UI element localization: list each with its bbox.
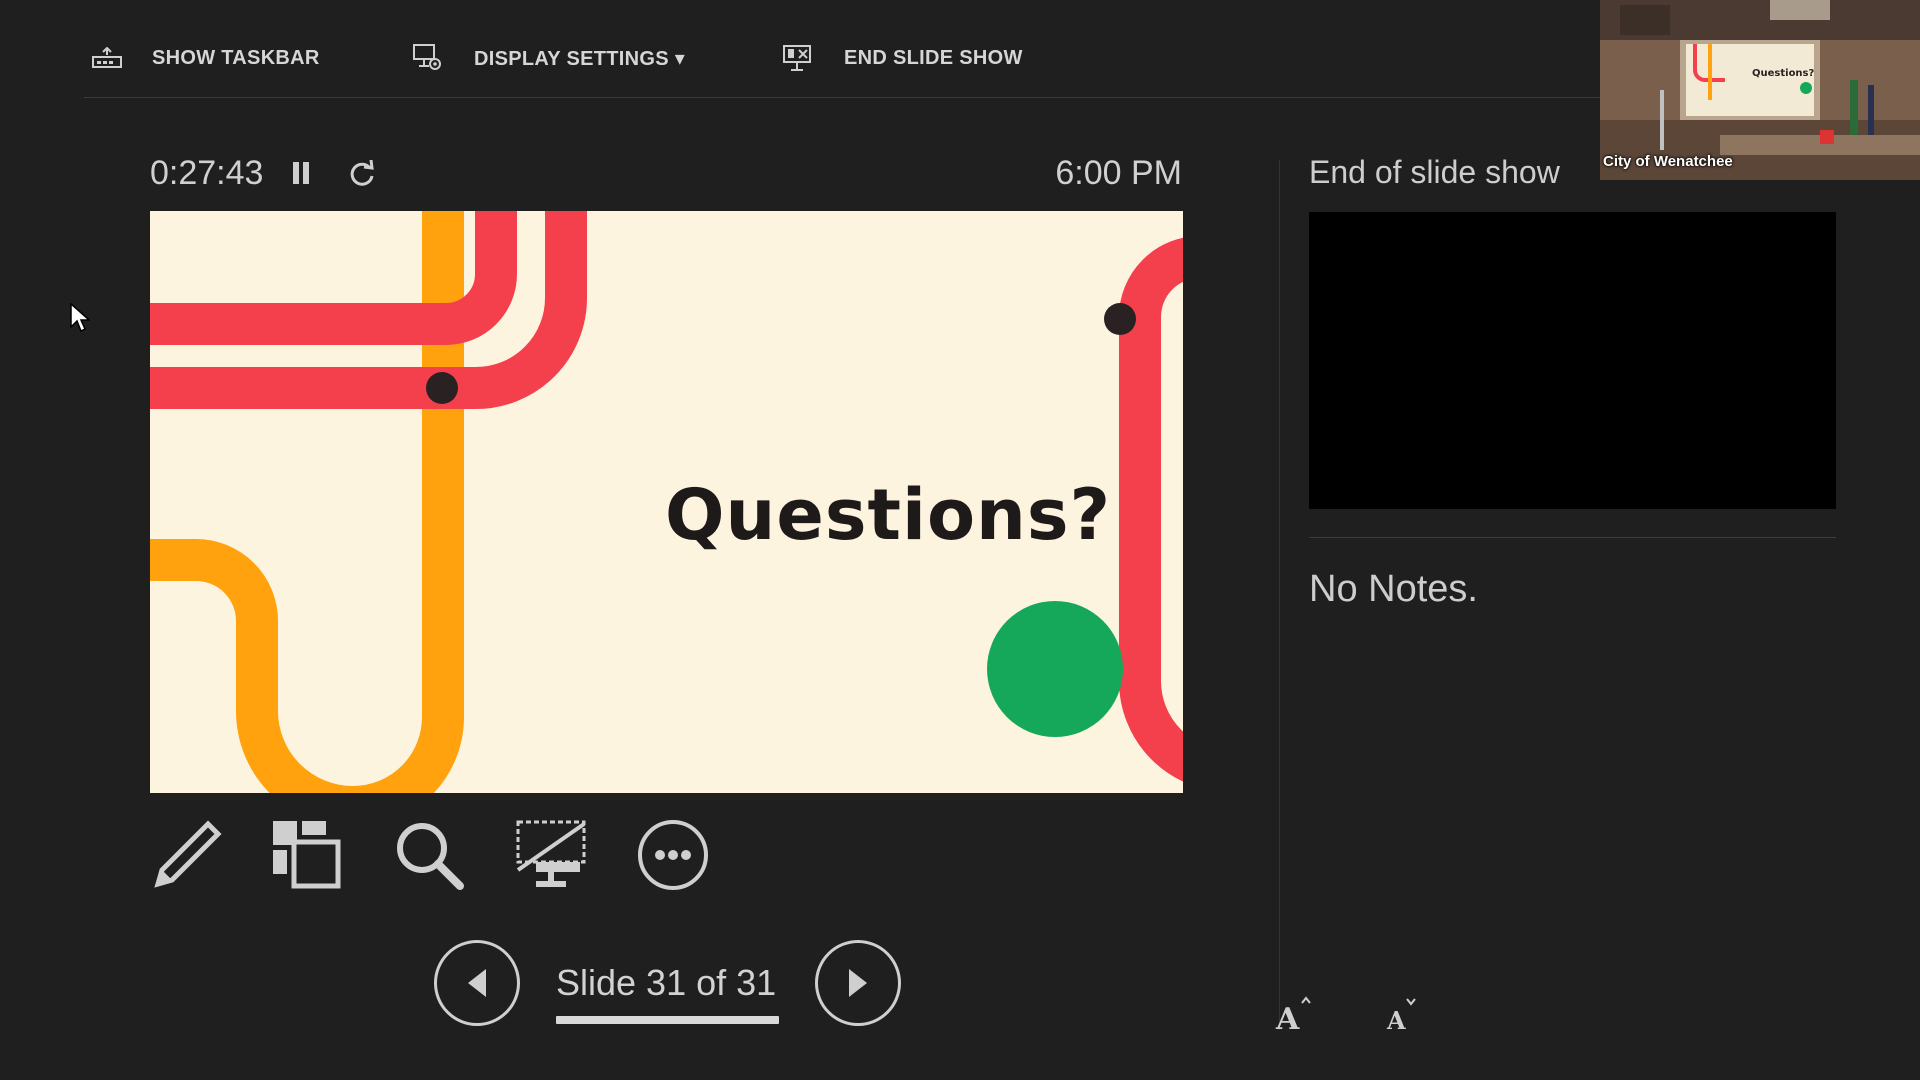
zoom-button[interactable] [392,818,466,892]
panel-divider [1279,160,1280,1030]
more-options-icon [636,820,710,896]
elapsed-timer: 0:27:43 [150,154,264,192]
presenter-toolbar: SHOW TASKBAR DISPLAY SETTINGS ▾ END SLID… [84,0,1600,98]
pause-icon[interactable] [290,160,312,191]
taskbar-icon [92,47,122,69]
font-increase-icon: A [1274,996,1314,1039]
end-slide-show-button[interactable]: END SLIDE SHOW [782,38,1023,78]
current-time: 6:00 PM [1055,154,1182,192]
end-show-icon [782,43,814,73]
webcam-caption: City of Wenatchee [1603,153,1733,170]
pen-icon [150,820,224,896]
slide-title: Questions? [665,474,1112,556]
next-slide-preview[interactable] [1309,212,1836,509]
black-screen-icon [514,820,588,896]
previous-slide-button[interactable] [434,940,520,1026]
see-all-slides-icon [270,821,344,896]
mouse-cursor-icon [70,302,91,338]
slide-counter[interactable]: Slide 31 of 31 [556,962,776,1004]
show-taskbar-label: SHOW TASKBAR [152,46,320,69]
svg-text:Questions?: Questions? [1752,68,1815,79]
display-settings-icon [412,43,444,73]
notes-separator [1309,537,1836,538]
svg-text:A: A [1275,1002,1300,1035]
next-slide-button[interactable] [815,940,901,1026]
zoom-icon [392,823,466,896]
black-screen-button[interactable] [514,818,588,892]
webcam-overlay: Questions? City of Wenatchee [1600,0,1920,180]
speaker-notes[interactable]: No Notes. [1309,568,1478,611]
slide-progress-bar [556,1016,779,1024]
end-slide-show-label: END SLIDE SHOW [844,46,1023,69]
increase-font-button[interactable]: A [1274,995,1314,1040]
decrease-font-button[interactable]: A [1385,995,1425,1040]
presenter-view: SHOW TASKBAR DISPLAY SETTINGS ▾ END SLID… [0,0,1920,1080]
font-decrease-icon: A [1385,998,1425,1039]
svg-text:A: A [1386,1006,1406,1035]
restart-icon[interactable] [348,159,376,193]
timer-row: 0:27:43 6:00 PM [150,150,1182,198]
see-all-slides-button[interactable] [270,818,344,892]
more-options-button[interactable] [636,818,710,892]
show-taskbar-button[interactable]: SHOW TASKBAR [92,38,320,78]
display-settings-label: DISPLAY SETTINGS ▾ [474,47,686,70]
display-settings-button[interactable]: DISPLAY SETTINGS ▾ [412,38,685,78]
current-slide[interactable]: Questions? [150,211,1183,793]
pen-tool-button[interactable] [150,818,224,892]
next-slide-label: End of slide show [1309,154,1560,190]
